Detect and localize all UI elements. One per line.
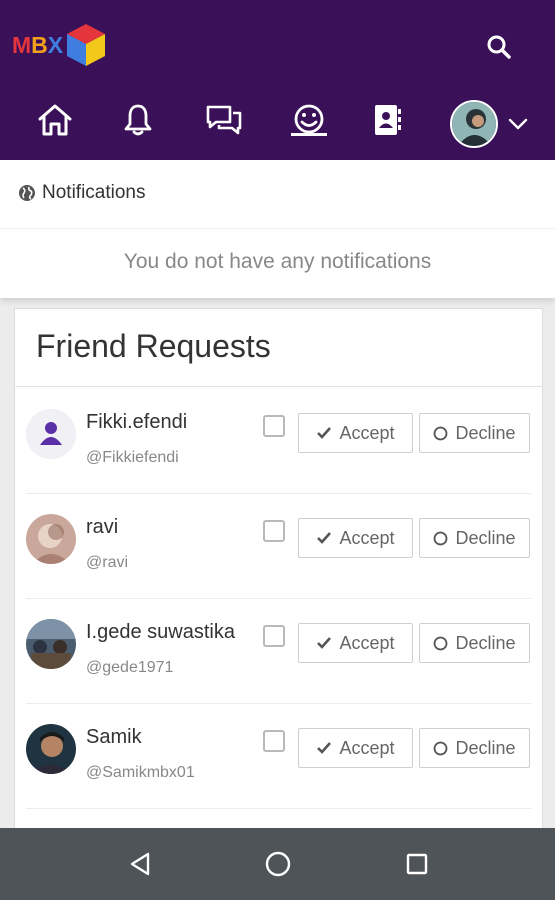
friend-request-row: Fikki.efendi @Fikkiefendi Accept Decline	[14, 389, 543, 494]
chat-icon	[206, 105, 242, 135]
check-icon	[317, 637, 332, 649]
friend-request-row: I.gede suwastika @gede1971 Accept Declin…	[14, 599, 543, 704]
contacts-icon	[375, 105, 401, 135]
system-recents-button[interactable]	[395, 842, 439, 886]
accept-button[interactable]: Accept	[298, 413, 413, 453]
logo-letter-x: X	[47, 31, 64, 58]
friend-name[interactable]: I.gede suwastika	[86, 621, 235, 644]
avatar	[26, 724, 76, 774]
decline-label: Decline	[455, 632, 516, 653]
check-icon	[317, 742, 332, 754]
accept-button[interactable]: Accept	[298, 728, 413, 768]
accept-button[interactable]: Accept	[298, 623, 413, 663]
system-home-button[interactable]	[256, 842, 300, 886]
circle-icon	[434, 636, 448, 650]
circle-icon	[434, 426, 448, 440]
friend-request-row: ravi @ravi Accept Decline	[14, 494, 543, 599]
friend-request-row: Samik @Samikmbx01 Accept Decline	[14, 704, 543, 809]
accept-label: Accept	[339, 632, 395, 653]
bell-icon	[124, 104, 152, 136]
profile-menu-toggle[interactable]	[506, 112, 530, 136]
home-icon	[38, 104, 72, 136]
smiley-icon	[294, 104, 324, 134]
notifications-header: Notifications	[18, 182, 146, 204]
logo-cube-icon	[67, 24, 106, 66]
user-photo	[26, 619, 76, 669]
avatar	[26, 514, 76, 564]
select-checkbox[interactable]	[263, 625, 285, 647]
notifications-divider	[0, 228, 555, 229]
row-divider	[26, 808, 531, 809]
logo-letter-m: M	[12, 31, 32, 58]
check-icon	[317, 532, 332, 544]
decline-label: Decline	[455, 422, 516, 443]
nav-messages[interactable]	[196, 92, 252, 148]
system-navigation-bar	[0, 828, 555, 900]
select-checkbox[interactable]	[263, 520, 285, 542]
decline-button[interactable]: Decline	[419, 623, 530, 663]
accept-label: Accept	[339, 737, 395, 758]
user-photo	[26, 724, 76, 774]
back-icon	[130, 852, 150, 876]
nav-notifications[interactable]	[110, 92, 166, 148]
friend-handle: @ravi	[86, 554, 129, 571]
avatar	[26, 619, 76, 669]
accept-label: Accept	[339, 527, 395, 548]
friend-requests-divider	[14, 386, 543, 387]
select-checkbox[interactable]	[263, 730, 285, 752]
notifications-empty-message: You do not have any notifications	[123, 250, 432, 273]
friend-name[interactable]: Samik	[86, 726, 142, 749]
avatar	[26, 409, 76, 459]
friend-name[interactable]: Fikki.efendi	[86, 411, 187, 434]
accept-label: Accept	[339, 422, 395, 443]
notifications-title: Notifications	[42, 182, 146, 203]
nav-friends[interactable]	[281, 92, 337, 148]
circle-icon	[434, 741, 448, 755]
decline-button[interactable]: Decline	[419, 518, 530, 558]
circle-icon	[434, 531, 448, 545]
friend-name[interactable]: ravi	[86, 516, 118, 539]
nav-contacts[interactable]	[360, 92, 416, 148]
friend-handle: @Samikmbx01	[86, 764, 195, 781]
profile-photo	[452, 102, 496, 146]
select-checkbox[interactable]	[263, 415, 285, 437]
nav-home[interactable]	[27, 92, 83, 148]
accept-button[interactable]: Accept	[298, 518, 413, 558]
user-photo	[26, 514, 76, 564]
friend-handle: @Fikkiefendi	[86, 449, 179, 466]
search-button[interactable]	[480, 28, 518, 66]
friend-handle: @gede1971	[86, 659, 174, 676]
home-circle-icon	[265, 851, 291, 877]
recents-icon	[406, 853, 428, 875]
default-user-icon	[26, 409, 76, 459]
decline-button[interactable]: Decline	[419, 728, 530, 768]
chevron-down-icon	[508, 118, 528, 130]
logo-letter-b: B	[31, 31, 48, 58]
system-back-button[interactable]	[118, 842, 162, 886]
mbx-logo[interactable]: MBX	[12, 22, 107, 68]
globe-icon	[19, 185, 35, 201]
notifications-panel	[0, 160, 555, 298]
check-icon	[317, 427, 332, 439]
search-icon	[487, 35, 511, 59]
decline-label: Decline	[455, 527, 516, 548]
decline-button[interactable]: Decline	[419, 413, 530, 453]
decline-label: Decline	[455, 737, 516, 758]
profile-avatar[interactable]	[450, 100, 498, 148]
friend-requests-title: Friend Requests	[36, 328, 271, 364]
